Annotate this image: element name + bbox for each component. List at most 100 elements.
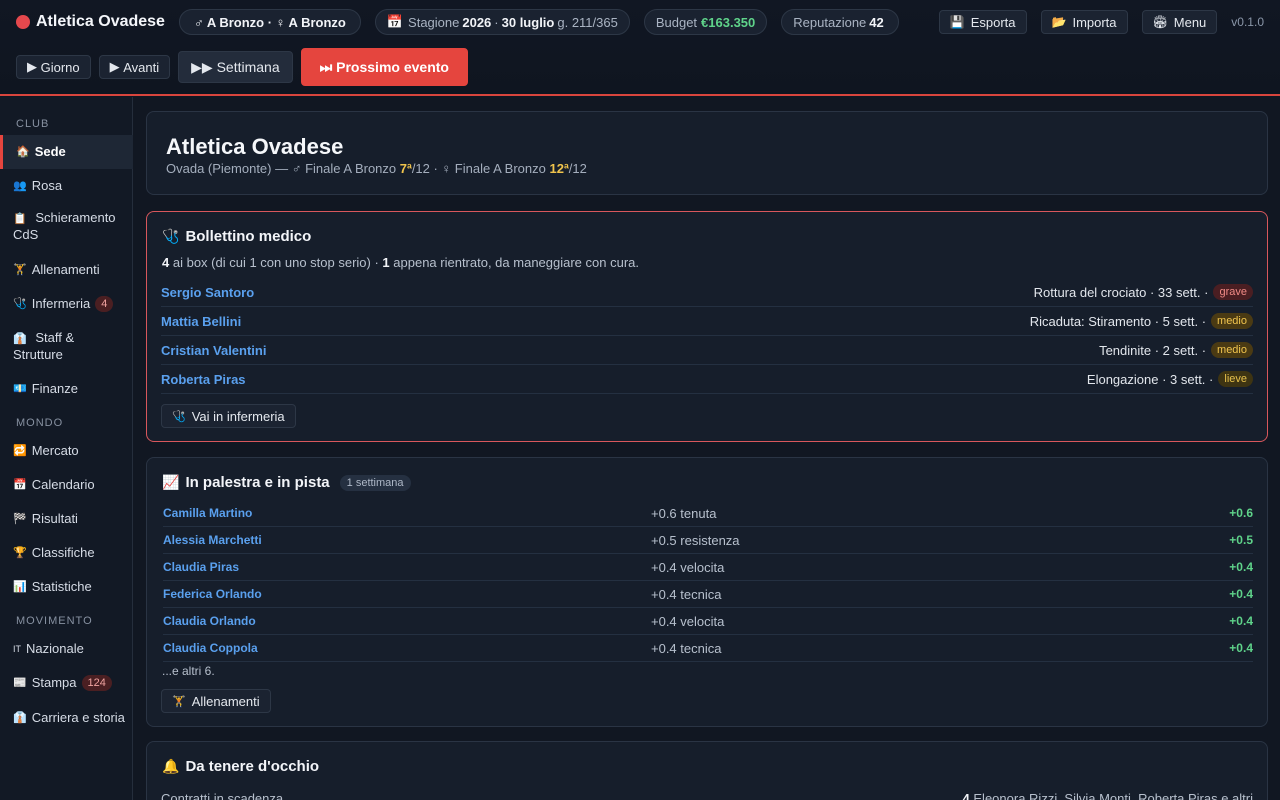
advance-button[interactable]: ▶ Avanti (98, 55, 171, 79)
sidebar-item-mercato[interactable]: 🔁 Mercato (0, 434, 133, 468)
sidebar-item-staff[interactable]: 👔 Staff & Strutture (0, 329, 133, 363)
sidebar-item-allenamenti[interactable]: 🏋 Allenamenti (0, 253, 133, 287)
import-button[interactable]: 📂 Importa (1040, 10, 1128, 34)
sidebar-item-nazionale[interactable]: IT Nazionale (0, 632, 133, 666)
checkered-flag-icon: 🏁 (13, 513, 27, 525)
stethoscope-icon: 🩺 (172, 410, 186, 423)
club-name: Atletica Ovadese (36, 13, 165, 30)
severity-badge: medio (1211, 342, 1253, 358)
watch-card-title: 🔔 Da tenere d'occhio (162, 758, 320, 775)
sidebar-item-calendario[interactable]: 📅 Calendario (0, 468, 133, 502)
severity-badge: grave (1213, 284, 1253, 300)
go-to-infirmary-button[interactable]: 🩺 Vai in infermeria (161, 404, 296, 428)
medical-summary: 4 ai box (di cui 1 con uno stop serio) ·… (162, 255, 639, 270)
fast-forward-icon: ▶▶ (191, 58, 217, 75)
top-bar: Atletica Ovadese ♂ A Bronzo · ♀ A Bronzo… (0, 0, 1280, 96)
player-link[interactable]: Cristian Valentini (161, 343, 266, 358)
period-tag: 1 settimana (339, 474, 411, 491)
sidebar-item-classifiche[interactable]: 🏆 Classifiche (0, 536, 133, 570)
player-link[interactable]: Camilla Martino (163, 506, 651, 520)
budget-pill: Budget €163.350 (643, 9, 768, 35)
sidebar-item-schieramento[interactable]: 📋 Schieramento CdS (0, 209, 133, 243)
stethoscope-icon: 🩺 (162, 228, 180, 244)
version-label: v0.1.0 (1231, 15, 1264, 29)
league-pill: ♂ A Bronzo · ♀ A Bronzo (178, 9, 361, 35)
people-icon: 👥 (13, 180, 27, 192)
training-row: Camilla Martino +0.6 tenuta +0.6 (163, 500, 1253, 527)
watch-card: 🔔 Da tenere d'occhio Contratti in scadenz… (146, 741, 1268, 800)
injury-row: Mattia Bellini Ricaduta: Stiramento · 5 … (161, 307, 1253, 336)
women-rank: 12ª (549, 161, 569, 176)
training-row: Claudia Coppola +0.4 tecnica +0.4 (163, 635, 1253, 662)
bell-icon: 🔔 (162, 758, 180, 774)
injury-row: Sergio Santoro Rottura del crociato · 33… (161, 278, 1253, 307)
training-row: Federica Orlando +0.4 tecnica +0.4 (163, 581, 1253, 608)
calendar-icon: 📅 (386, 14, 404, 29)
calendar-icon: 📅 (13, 479, 27, 491)
medical-bulletin-card: 🩺 Bollettino medico 4 ai box (di cui 1 co… (146, 211, 1268, 442)
medical-card-title: 🩺 Bollettino medico (162, 228, 312, 245)
play-icon: ▶ (27, 59, 41, 74)
severity-badge: lieve (1218, 371, 1253, 387)
menu-button[interactable]: 🏟 Menu (1141, 10, 1218, 34)
advance-week-button[interactable]: ▶▶ Settimana (178, 51, 293, 83)
sidebar-item-statistiche[interactable]: 📊 Statistiche (0, 570, 133, 604)
folder-icon: 📂 (1051, 15, 1067, 29)
player-link[interactable]: Claudia Piras (163, 560, 651, 574)
sidebar-item-sede[interactable]: 🏠 Sede (0, 135, 133, 169)
money-icon: 💶 (13, 383, 27, 395)
reputation-pill: Reputazione 42 (781, 9, 899, 35)
watch-row: Contratti in scadenza 4 Eleonora Rizzi, … (161, 791, 1253, 800)
dumbbell-icon: 🏋 (13, 264, 27, 276)
bar-chart-icon: 📊 (13, 581, 27, 593)
more-players-note: ...e altri 6. (162, 664, 215, 678)
club-card: Atletica Ovadese Ovada (Piemonte) — ♂ Fi… (146, 111, 1268, 195)
sidebar-item-infermeria[interactable]: 🩺 Infermeria 4 (0, 287, 133, 321)
training-row: Claudia Orlando +0.4 velocita +0.4 (163, 608, 1253, 635)
training-row: Claudia Piras +0.4 velocita +0.4 (163, 554, 1253, 581)
staff-icon: 👔 (13, 332, 27, 345)
training-card: 📈 In palestra e in pista 1 settimana Cami… (146, 457, 1268, 727)
men-rank: 7ª (399, 161, 412, 176)
training-row: Alessia Marchetti +0.5 resistenza +0.5 (163, 527, 1253, 554)
sidebar-item-risultati[interactable]: 🏁 Risultati (0, 502, 133, 536)
trophy-icon: 🏆 (13, 547, 27, 559)
player-link[interactable]: Sergio Santoro (161, 285, 254, 300)
injury-count-badge: 4 (95, 296, 114, 312)
training-button[interactable]: 🏋 Allenamenti (161, 689, 271, 713)
home-icon: 🏠 (16, 146, 30, 158)
sidebar-item-stampa[interactable]: 📰 Stampa 124 (0, 666, 133, 700)
advance-day-button[interactable]: ▶ Giorno (16, 55, 91, 79)
season-pill: 📅 Stagione 2026 · 30 luglio g. 211/365 (374, 9, 630, 35)
career-icon: 👔 (13, 712, 27, 724)
training-card-title: 📈 In palestra e in pista 1 settimana (162, 474, 411, 491)
press-count-badge: 124 (81, 675, 112, 691)
player-link[interactable]: Federica Orlando (163, 587, 651, 601)
player-link[interactable]: Claudia Orlando (163, 614, 651, 628)
flag-it-icon: IT (13, 644, 21, 654)
player-link[interactable]: Mattia Bellini (161, 314, 241, 329)
chart-up-icon: 📈 (162, 474, 180, 490)
player-link[interactable]: Alessia Marchetti (163, 533, 651, 547)
sidebar-section-title: CLUB (16, 118, 50, 130)
next-event-button[interactable]: ⏭ Prossimo evento (300, 48, 468, 86)
injury-row: Cristian Valentini Tendinite · 2 sett. ·… (161, 336, 1253, 365)
sidebar: CLUB 🏠 Sede 👥 Rosa 📋 Schieramento CdS 🏋 All… (0, 97, 133, 800)
dumbbell-icon: 🏋 (172, 695, 186, 708)
clipboard-icon: 📋 (13, 212, 27, 225)
player-link[interactable]: Claudia Coppola (163, 641, 651, 655)
sidebar-item-carriera[interactable]: 👔 Carriera e storia (0, 701, 133, 735)
play-icon: ▶ (109, 59, 124, 74)
sidebar-section-title: MOVIMENTO (16, 615, 93, 627)
player-link[interactable]: Roberta Piras (161, 372, 246, 387)
sidebar-section-title: MONDO (16, 417, 64, 429)
sidebar-item-rosa[interactable]: 👥 Rosa (0, 169, 133, 203)
club-subtitle: Ovada (Piemonte) — ♂ Finale A Bronzo 7ª/… (166, 161, 587, 176)
building-icon: 🏟 (1152, 15, 1168, 29)
floppy-disk-icon: 💾 (949, 15, 965, 29)
transfer-icon: 🔁 (13, 445, 27, 457)
severity-badge: medio (1211, 313, 1253, 329)
club-logo-icon (16, 15, 30, 29)
sidebar-item-finanze[interactable]: 💶 Finanze (0, 372, 133, 406)
export-button[interactable]: 💾 Esporta (938, 10, 1027, 34)
